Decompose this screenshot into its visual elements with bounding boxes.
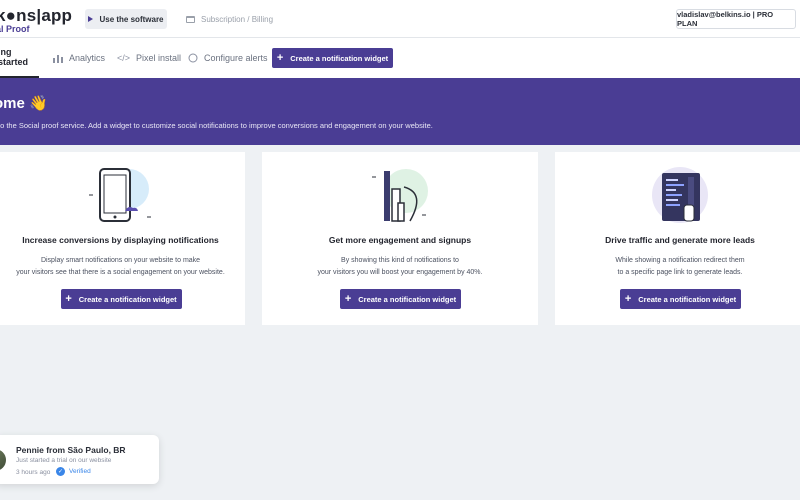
card-desc-line: Display smart notifications on your webs…: [40, 257, 201, 264]
card-title: Get more engagement and signups: [328, 235, 472, 245]
subscription-label: Subscription / Billing: [201, 14, 274, 24]
create-widget-label: Create a notification widget: [638, 294, 737, 304]
welcome-text: to the Social proof service. Add a widge…: [0, 121, 433, 130]
feature-card-conversions: Increase conversions by displaying notif…: [0, 152, 245, 325]
play-icon: [88, 16, 94, 22]
credit-card-icon: [186, 15, 195, 23]
subscription-billing-link[interactable]: Subscription / Billing: [186, 9, 273, 29]
plus-icon: +: [624, 292, 632, 305]
card-desc-line: your visitors see that there is a social…: [16, 269, 225, 276]
card-desc-line: your visitors you will boost your engage…: [317, 269, 483, 276]
use-software-button[interactable]: Use the software: [85, 9, 167, 29]
social-proof-notification[interactable]: Pennie from São Paulo, BR Just started a…: [0, 435, 159, 484]
tab-label: ing started: [0, 47, 29, 67]
verified-label: Verified: [69, 468, 91, 475]
tab-label: Analytics: [69, 53, 106, 63]
tab-label: Pixel install: [136, 53, 182, 63]
create-widget-label: Create a notification widget: [78, 294, 177, 304]
card-desc-line: By showing this kind of notifications to: [341, 257, 459, 264]
chart-illustration-icon: [372, 169, 428, 222]
top-bar: k●ns|app al Proof Use the software Subsc…: [0, 0, 800, 38]
create-widget-label: Create a notification widget: [290, 53, 389, 63]
notification-time: 3 hours ago: [16, 469, 51, 476]
card-desc-line: to a specific page link to generate lead…: [617, 269, 743, 276]
app-logo-subtitle: al Proof: [0, 24, 30, 34]
card-title: Increase conversions by displaying notif…: [22, 235, 219, 245]
welcome-banner: ome 👋 to the Social proof service. Add a…: [0, 78, 800, 145]
card-desc-line: While showing a notification redirect th…: [615, 257, 745, 264]
card-description: By showing this kind of notifications to…: [262, 255, 538, 279]
tab-analytics[interactable]: Analytics: [53, 38, 105, 78]
create-widget-button[interactable]: + Create a notification widget: [340, 289, 461, 309]
welcome-title: ome 👋: [0, 95, 48, 112]
create-widget-label: Create a notification widget: [358, 294, 457, 304]
avatar: [0, 449, 6, 471]
use-software-label: Use the software: [99, 14, 164, 24]
tab-label: Configure alerts: [204, 53, 268, 63]
create-widget-button[interactable]: + Create a notification widget: [620, 289, 741, 309]
code-icon: </>: [117, 53, 131, 63]
user-account-button[interactable]: vladislav@belkins.io | PRO PLAN: [676, 9, 796, 29]
app-logo[interactable]: k●ns|app: [0, 6, 72, 26]
plus-icon: +: [65, 292, 72, 305]
tab-getting-started[interactable]: ing started: [0, 38, 39, 78]
create-widget-button[interactable]: + Create a notification widget: [60, 289, 182, 309]
card-title: Drive traffic and generate more leads: [605, 235, 755, 245]
create-widget-button-top[interactable]: + Create a notification widget: [272, 48, 393, 68]
browser-illustration-icon: [652, 167, 708, 223]
verified-badge: ✓ Verified: [56, 467, 91, 476]
feature-card-traffic: Drive traffic and generate more leads Wh…: [555, 152, 800, 325]
tab-configure-alerts[interactable]: Configure alerts: [188, 38, 268, 78]
chat-bubble-icon: [188, 53, 198, 63]
feature-card-engagement: Get more engagement and signups By showi…: [262, 152, 538, 325]
phone-illustration-icon: [88, 168, 151, 222]
plus-icon: +: [344, 292, 352, 305]
plus-icon: +: [276, 51, 284, 64]
tab-pixel-install[interactable]: </> Pixel install: [117, 38, 181, 78]
card-description: Display smart notifications on your webs…: [0, 255, 245, 279]
notification-message: Just started a trial on our website: [16, 457, 112, 464]
check-circle-icon: ✓: [56, 467, 65, 476]
tabs-bar: ing started Analytics </> Pixel install …: [0, 38, 800, 78]
bar-chart-icon: [53, 54, 63, 63]
card-description: While showing a notification redirect th…: [555, 255, 800, 279]
notification-name: Pennie from São Paulo, BR: [16, 445, 126, 455]
